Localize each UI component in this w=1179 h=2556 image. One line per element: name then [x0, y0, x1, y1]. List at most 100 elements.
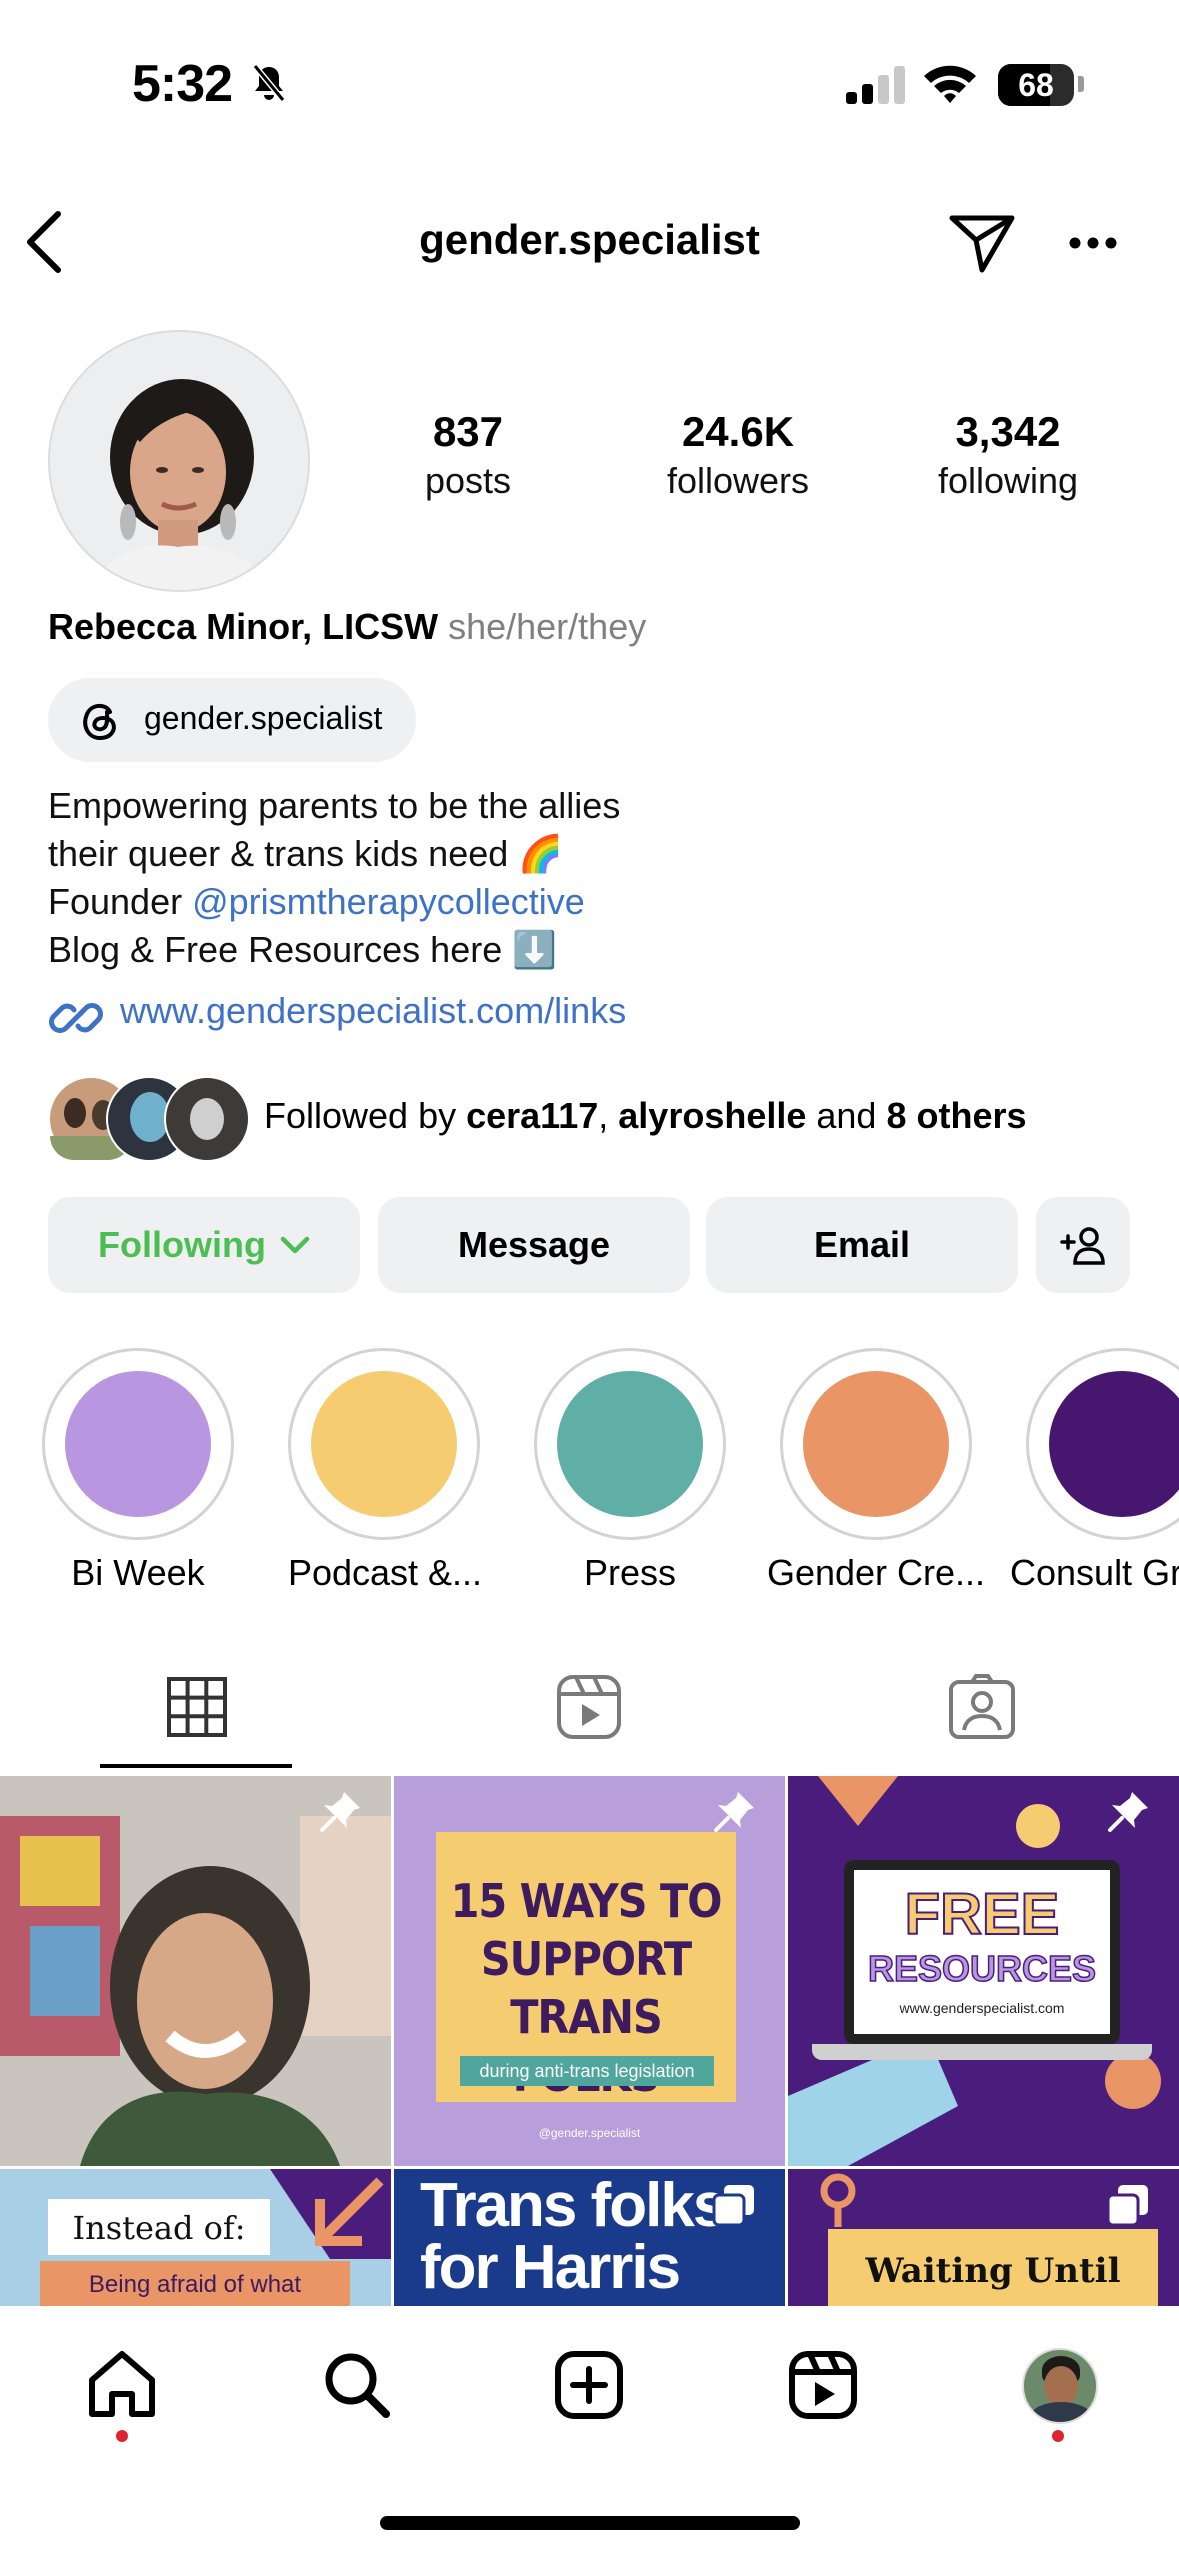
highlight-gender-creative[interactable]	[780, 1348, 972, 1540]
post-5-line-1: Trans folks	[420, 2171, 727, 2240]
mutual-avatar-3	[164, 1076, 250, 1162]
create-post-icon[interactable]	[554, 2350, 624, 2420]
following-count: 3,342	[955, 408, 1061, 455]
post-6-heading: Waiting Until	[865, 2251, 1121, 2291]
following-label: following	[937, 460, 1079, 501]
post-tile-4[interactable]: Instead of: Being afraid of what	[0, 2169, 391, 2309]
battery-cap	[1078, 76, 1084, 92]
bio-line-2: their queer & trans kids need 🌈	[48, 833, 564, 874]
posts-label: posts	[424, 460, 512, 501]
highlight-label-press: Press	[583, 1552, 677, 1593]
threads-badge[interactable]: gender.specialist	[48, 678, 416, 762]
pinned-icon	[714, 1792, 754, 1832]
active-tab-indicator	[100, 1764, 292, 1768]
stat-following[interactable]: 3,342 following	[898, 408, 1118, 502]
post-4-heading: Instead of:	[72, 2209, 246, 2247]
bio-founder-label: Founder	[48, 881, 193, 922]
cellular-signal-icon	[846, 66, 905, 104]
post-tile-3[interactable]: FREE RESOURCES www.genderspecialist.com	[788, 1776, 1179, 2166]
post-4-subheading: Being afraid of what	[40, 2261, 350, 2309]
highlight-cover	[311, 1371, 457, 1517]
bell-slash-icon	[252, 64, 286, 102]
highlight-ring	[1026, 1348, 1179, 1540]
highlight-ring	[42, 1348, 234, 1540]
chevron-down-icon	[280, 1236, 310, 1254]
following-button-label: Following	[98, 1224, 266, 1265]
post-tile-1[interactable]	[0, 1776, 391, 2166]
pinned-icon	[1108, 1792, 1148, 1832]
highlight-press[interactable]	[534, 1348, 726, 1540]
search-icon[interactable]	[322, 2350, 392, 2420]
more-options-icon[interactable]	[1068, 236, 1118, 250]
suggest-people-button[interactable]	[1036, 1197, 1130, 1293]
posts-count: 837	[432, 408, 504, 455]
stat-followers[interactable]: 24.6K followers	[628, 408, 848, 502]
status-time: 5:32	[132, 55, 233, 113]
highlight-ring	[534, 1348, 726, 1540]
display-name: Rebecca Minor, LICSW	[48, 606, 439, 647]
highlight-bi-week[interactable]	[42, 1348, 234, 1540]
post-2-line-3: TRANS FOLKS	[510, 1990, 663, 2102]
highlight-cover	[803, 1371, 949, 1517]
profile-tab-avatar[interactable]	[1022, 2348, 1098, 2424]
post-5-line-2: for Harris	[420, 2233, 681, 2302]
post-tile-6[interactable]: Waiting Until	[788, 2169, 1179, 2309]
post-4-arrow-graphic	[270, 2169, 391, 2259]
highlight-cover	[557, 1371, 703, 1517]
highlight-ring	[780, 1348, 972, 1540]
email-button[interactable]: Email	[706, 1197, 1018, 1293]
mutual-user-1: cera117	[466, 1095, 599, 1136]
battery-indicator: 68	[998, 64, 1074, 106]
post-2-handle: @gender.specialist	[538, 2126, 641, 2140]
post-5-headline: Trans folks for Harris	[420, 2171, 727, 2302]
followed-by-text[interactable]: Followed by cera117, alyroshelle and 8 o…	[264, 1095, 1027, 1137]
profile-bio: Empowering parents to be the allies thei…	[48, 782, 620, 974]
post-tile-2[interactable]: 15 WAYS TO SUPPORT TRANS FOLKS during an…	[394, 1776, 785, 2166]
profile-avatar[interactable]	[48, 330, 310, 592]
tagged-tab-icon[interactable]	[948, 1674, 1016, 1740]
message-button[interactable]: Message	[378, 1197, 690, 1293]
link-icon	[49, 1003, 103, 1033]
mutual-followers-avatars[interactable]	[48, 1076, 250, 1162]
followed-by-and: and	[806, 1095, 887, 1136]
highlight-label-consult: Consult Gr	[1010, 1552, 1179, 1593]
post-3-subtitle: RESOURCES	[867, 1947, 1097, 1990]
reels-tab-icon[interactable]	[556, 1674, 622, 1740]
followers-label: followers	[666, 460, 810, 501]
post-tile-5[interactable]: Trans folks for Harris	[394, 2169, 785, 2309]
send-message-icon[interactable]	[948, 212, 1016, 274]
battery-level: 68	[1018, 67, 1054, 103]
post-2-line-2: SUPPORT	[480, 1932, 692, 1986]
carousel-icon	[1106, 2185, 1148, 2227]
highlight-label-bi-week: Bi Week	[71, 1552, 205, 1593]
pronouns: she/her/they	[448, 606, 647, 647]
highlight-cover	[65, 1371, 211, 1517]
highlight-label-gender-creative: Gender Cre...	[766, 1552, 986, 1593]
highlight-cover	[1049, 1371, 1179, 1517]
venus-symbol-graphic	[820, 2173, 856, 2227]
post-3-url: www.genderspecialist.com	[899, 2000, 1065, 2016]
add-person-icon	[1060, 1227, 1105, 1265]
profile-website-link[interactable]: www.genderspecialist.com/links	[120, 990, 626, 1032]
followers-count: 24.6K	[681, 408, 795, 455]
stat-posts[interactable]: 837 posts	[358, 408, 578, 502]
post-2-line-1: 15 WAYS TO	[450, 1874, 723, 1928]
bio-line-4: Blog & Free Resources here ⬇️	[48, 929, 558, 970]
highlight-consult[interactable]	[1026, 1348, 1179, 1540]
post-1-photo	[0, 1776, 391, 2166]
mention-link[interactable]: @prismtherapycollective	[192, 881, 585, 922]
grid-tab-icon[interactable]	[166, 1676, 228, 1738]
wifi-icon	[924, 65, 976, 103]
reels-icon[interactable]	[788, 2350, 858, 2420]
home-icon[interactable]	[86, 2350, 158, 2418]
post-3-title: FREE	[904, 1882, 1061, 1947]
mutual-user-2: alyroshelle	[618, 1095, 807, 1136]
threads-handle: gender.specialist	[144, 700, 383, 736]
post-2-subtitle: during anti-trans legislation	[460, 2056, 714, 2086]
home-indicator[interactable]	[380, 2516, 800, 2530]
pinned-icon	[320, 1792, 360, 1832]
profile-name-line: Rebecca Minor, LICSW she/her/they	[48, 606, 646, 648]
following-button[interactable]: Following	[48, 1197, 360, 1293]
followed-by-separator: ,	[598, 1095, 619, 1136]
highlight-podcast[interactable]	[288, 1348, 480, 1540]
